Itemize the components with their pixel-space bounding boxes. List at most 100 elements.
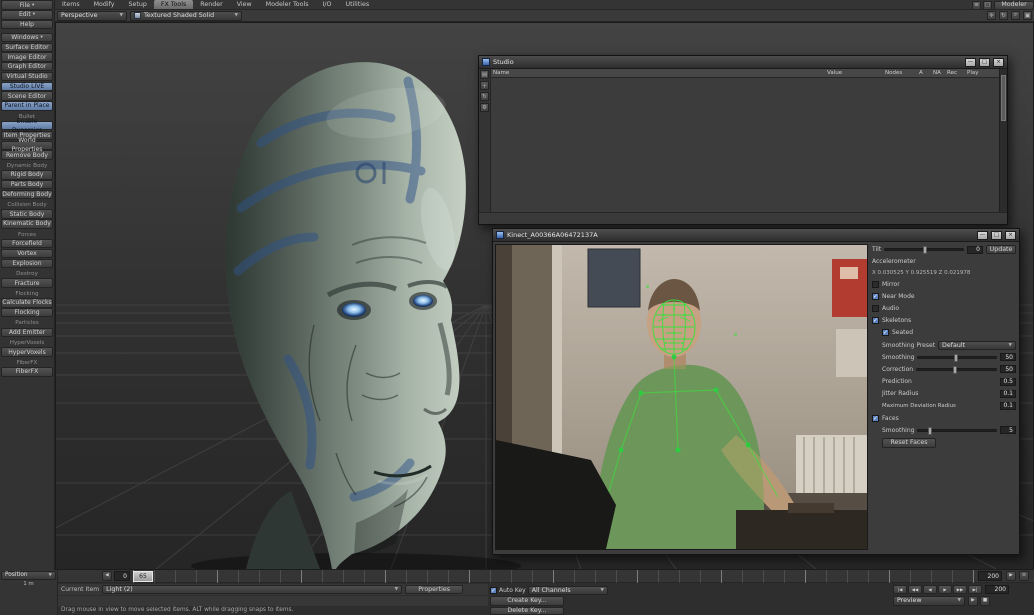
sidebar-item-surface-editor[interactable]: Surface Editor <box>1 43 53 52</box>
sidebar-item-parent-in-place[interactable]: Parent in Place <box>1 101 53 110</box>
play-forward-icon[interactable]: ▶ <box>938 585 952 594</box>
sidebar-item-forcefield[interactable]: Forcefield <box>1 239 53 248</box>
studio-window[interactable]: Studio — □ × ▤ ＋ ↻ ⚙ NameValueNodesANARe… <box>478 55 1008 225</box>
tilt-slider[interactable] <box>884 248 964 251</box>
jump-start-icon[interactable]: |◀ <box>893 585 907 594</box>
max-deviation-radius-value[interactable]: 0.1 <box>1000 402 1016 410</box>
sidebar-item-kinematic-body[interactable]: Kinematic Body <box>1 219 53 228</box>
tab-setup[interactable]: Setup <box>122 0 154 9</box>
next-key-icon[interactable]: ▶▶ <box>953 585 967 594</box>
seated-checkbox[interactable]: ✓ <box>882 329 889 336</box>
minimize-icon[interactable]: — <box>965 58 976 67</box>
kinect-window[interactable]: Kinect_A00366A06472137A — □ × <box>492 228 1020 555</box>
zoom-view-icon[interactable]: ⌕ <box>1011 11 1020 20</box>
tab-fx-tools[interactable]: FX Tools <box>154 0 193 9</box>
tab-i-o[interactable]: I/O <box>316 0 339 9</box>
sidebar-item-parts-body[interactable]: Parts Body <box>1 180 53 189</box>
faces-checkbox[interactable]: ✓ <box>872 415 879 422</box>
timeline-options-icon[interactable]: ≡ <box>1019 571 1029 581</box>
play-reverse-icon[interactable]: ◀ <box>923 585 937 594</box>
faces-smoothing-value[interactable]: 5 <box>1000 426 1016 434</box>
position-mode-dropdown[interactable]: Position▼ <box>1 571 56 580</box>
studio-add-icon[interactable]: ＋ <box>480 81 489 90</box>
file-menu-button[interactable]: File▾ <box>1 0 53 9</box>
reset-faces-button[interactable]: Reset Faces <box>882 438 936 448</box>
frame-field[interactable]: 200 <box>985 585 1009 594</box>
mirror-checkbox[interactable] <box>872 281 879 288</box>
timeline-ruler[interactable]: 65 <box>133 570 975 583</box>
audio-checkbox[interactable] <box>872 305 879 312</box>
smoothing-preset-dropdown[interactable]: Default▼ <box>938 341 1016 350</box>
alien-head-model[interactable] <box>191 62 521 569</box>
preview-stop-icon[interactable]: ■ <box>980 596 990 606</box>
studio-list-icon[interactable]: ▤ <box>480 70 489 79</box>
timeline-step-forward-icon[interactable]: ▶ <box>1006 571 1016 581</box>
sidebar-item-remove-body[interactable]: Remove Body <box>1 150 53 159</box>
sidebar-item-fiberfx[interactable]: FiberFX <box>1 367 53 376</box>
timeline-scrub-handle[interactable]: 65 <box>133 571 153 582</box>
correction-slider[interactable] <box>916 368 997 371</box>
studio-settings-icon[interactable]: ⚙ <box>480 103 489 112</box>
sidebar-item-static-body[interactable]: Static Body <box>1 209 53 218</box>
window-layout-icon[interactable]: ▢ <box>983 1 992 10</box>
sidebar-item-rigid-body[interactable]: Rigid Body <box>1 170 53 179</box>
tab-modify[interactable]: Modify <box>87 0 122 9</box>
jitter-radius-value[interactable]: 0.1 <box>1000 390 1016 398</box>
tab-items[interactable]: Items <box>55 0 87 9</box>
minimize-icon[interactable]: — <box>977 231 988 240</box>
prediction-value[interactable]: 0.5 <box>1000 378 1016 386</box>
maximize-icon[interactable]: □ <box>991 231 1002 240</box>
studio-titlebar[interactable]: Studio — □ × <box>479 56 1007 69</box>
close-icon[interactable]: × <box>1005 231 1016 240</box>
sidebar-item-vortex[interactable]: Vortex <box>1 249 53 258</box>
studio-scrollbar[interactable] <box>999 69 1007 212</box>
sidebar-item-add-emitter[interactable]: Add Emitter <box>1 328 53 337</box>
sidebar-item-hypervoxels[interactable]: HyperVoxels <box>1 347 53 356</box>
windows-menu-button[interactable]: Windows▾ <box>1 33 53 42</box>
jump-end-icon[interactable]: ▶| <box>968 585 982 594</box>
shading-mode-dropdown[interactable]: Textured Shaded Solid▼ <box>130 11 242 21</box>
sidebar-item-image-editor[interactable]: Image Editor <box>1 52 53 61</box>
sidebar-item-explosion[interactable]: Explosion <box>1 259 53 268</box>
studio-refresh-icon[interactable]: ↻ <box>480 92 489 101</box>
modeler-button[interactable]: Modeler <box>994 1 1034 10</box>
smoothing-value[interactable]: 50 <box>1000 353 1016 361</box>
delete-key-button[interactable]: Delete Key... <box>490 607 564 615</box>
sidebar-item-studio-live[interactable]: Studio LIVE <box>1 82 53 91</box>
tab-utilities[interactable]: Utilities <box>338 0 376 9</box>
sidebar-item-flocking[interactable]: Flocking <box>1 308 53 317</box>
tab-view[interactable]: View <box>230 0 259 9</box>
maximize-view-icon[interactable]: ▣ <box>1023 11 1032 20</box>
pan-view-icon[interactable]: ✛ <box>987 11 996 20</box>
correction-value[interactable]: 50 <box>1000 365 1016 373</box>
update-button[interactable]: Update <box>986 245 1016 254</box>
sidebar-item-fracture[interactable]: Fracture <box>1 278 53 287</box>
maximize-icon[interactable]: □ <box>979 58 990 67</box>
autokey-channels-dropdown[interactable]: All Channels▼ <box>528 586 608 595</box>
sidebar-item-calculate-flocks[interactable]: Calculate Flocks <box>1 298 53 307</box>
timeline-start-field[interactable]: 0 <box>114 571 130 581</box>
sidebar-item-graph-editor[interactable]: Graph Editor <box>1 62 53 71</box>
timeline-step-back-icon[interactable]: ◀ <box>102 571 112 581</box>
tab-render[interactable]: Render <box>193 0 229 9</box>
sidebar-item-deforming-body[interactable]: Deforming Body <box>1 190 53 199</box>
skeletons-checkbox[interactable]: ✓ <box>872 317 879 324</box>
near-mode-checkbox[interactable]: ✓ <box>872 293 879 300</box>
tab-modeler-tools[interactable]: Modeler Tools <box>259 0 316 9</box>
kinect-titlebar[interactable]: Kinect_A00366A06472137A — □ × <box>493 229 1019 242</box>
sidebar-item-enable-dynamics[interactable]: Enable Dynamics <box>1 121 53 130</box>
properties-button[interactable]: Properties <box>405 585 463 595</box>
help-menu-button[interactable]: Help <box>1 20 53 29</box>
faces-smoothing-slider[interactable] <box>917 429 997 432</box>
edit-menu-button[interactable]: Edit▾ <box>1 10 53 19</box>
view-mode-dropdown[interactable]: Perspective▼ <box>57 11 127 21</box>
close-icon[interactable]: × <box>993 58 1004 67</box>
sidebar-item-virtual-studio[interactable]: Virtual Studio <box>1 72 53 81</box>
sidebar-item-scene-editor[interactable]: Scene Editor <box>1 91 53 100</box>
preview-play-icon[interactable]: ▶ <box>968 596 978 606</box>
create-key-button[interactable]: Create Key... <box>490 596 564 606</box>
timeline-end-field[interactable]: 200 <box>978 571 1002 581</box>
smoothing-slider[interactable] <box>917 356 997 359</box>
rotate-view-icon[interactable]: ↻ <box>999 11 1008 20</box>
autokey-checkbox[interactable]: ✓ <box>490 587 497 594</box>
